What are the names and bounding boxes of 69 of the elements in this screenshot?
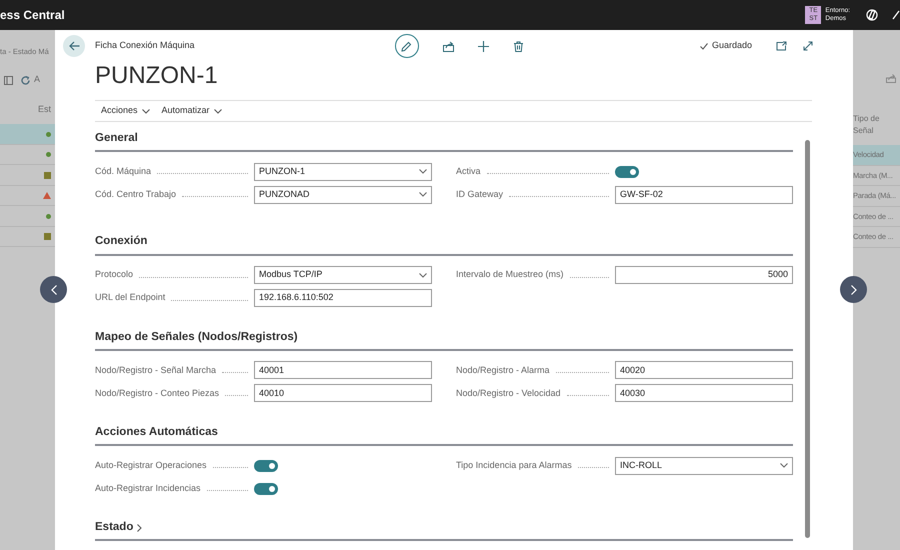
field-label: URL del Endpoint bbox=[95, 291, 166, 304]
action-menu-button[interactable]: Acciones bbox=[95, 104, 156, 118]
field-label: Nodo/Registro - Señal Marcha bbox=[95, 364, 216, 377]
dropdown-field[interactable]: INC-ROLL bbox=[615, 456, 793, 474]
chevron-down-icon bbox=[419, 272, 427, 278]
chevron-right-icon bbox=[137, 524, 142, 532]
field-label: Protocolo bbox=[95, 268, 134, 282]
column-header: Est bbox=[38, 102, 51, 116]
toolbar-text: A bbox=[34, 73, 40, 86]
expand-icon bbox=[803, 41, 813, 52]
chevron-down-icon bbox=[419, 169, 427, 174]
save-status: Guardado bbox=[712, 39, 752, 52]
pencil-icon bbox=[401, 40, 412, 52]
chevron-down-icon bbox=[780, 463, 788, 468]
field-label: Cód. Máquina bbox=[95, 165, 152, 178]
input-field[interactable]: 40030 bbox=[615, 384, 793, 402]
section-header[interactable]: Mapeo de Señales (Nodos/Registros) bbox=[95, 328, 793, 351]
dropdown-field[interactable]: PUNZON-1 bbox=[254, 162, 432, 181]
section-header[interactable]: Conexión bbox=[95, 233, 793, 256]
section-header[interactable]: Estado bbox=[95, 519, 793, 542]
field-label: Nodo/Registro - Alarma bbox=[456, 364, 550, 377]
open-in-new-window-button[interactable] bbox=[776, 41, 787, 52]
dropdown-field[interactable]: Modbus TCP/IP bbox=[254, 266, 432, 284]
toggle-switch[interactable] bbox=[254, 482, 278, 494]
section-header[interactable]: General bbox=[95, 130, 793, 152]
chevron-right-icon bbox=[850, 284, 856, 294]
expand-button[interactable] bbox=[803, 41, 813, 52]
toggle-switch[interactable] bbox=[615, 166, 639, 178]
checkmark-icon bbox=[700, 42, 708, 50]
dropdown-field[interactable]: PUNZONAD bbox=[254, 186, 432, 204]
input-field[interactable]: 40020 bbox=[615, 361, 793, 380]
section-header[interactable]: Acciones Automáticas bbox=[95, 424, 793, 446]
layout-icon bbox=[4, 76, 13, 84]
refresh-icon bbox=[21, 76, 30, 84]
plus-icon bbox=[478, 40, 489, 52]
field-label: ID Gateway bbox=[456, 188, 504, 201]
toggle-switch[interactable] bbox=[254, 460, 278, 472]
field-label: Nodo/Registro - Conteo Piezas bbox=[95, 386, 220, 400]
chevron-left-icon bbox=[50, 284, 56, 294]
trash-icon bbox=[512, 40, 524, 52]
delete-button[interactable] bbox=[512, 40, 524, 52]
input-field[interactable]: 40010 bbox=[254, 384, 432, 402]
chevron-down-icon bbox=[214, 108, 222, 114]
chevron-down-icon bbox=[142, 108, 150, 114]
page-caption: Ficha Conexión Máquina bbox=[95, 39, 195, 52]
field-label: Tipo Incidencia para Alarmas bbox=[456, 458, 572, 472]
column-header: Tipo de Señal bbox=[853, 113, 880, 137]
share-button[interactable] bbox=[442, 40, 454, 52]
action-menu-button[interactable]: Automatizar bbox=[156, 104, 228, 118]
app-title: ess Central bbox=[0, 7, 65, 24]
input-field[interactable]: 192.168.6.110:502 bbox=[254, 289, 432, 307]
popout-icon bbox=[776, 41, 787, 52]
input-field[interactable]: 5000 bbox=[615, 266, 793, 284]
new-button[interactable] bbox=[478, 40, 489, 52]
back-arrow-icon bbox=[68, 41, 80, 52]
chevron-down-icon bbox=[419, 192, 427, 198]
edit-button[interactable] bbox=[394, 34, 419, 58]
input-field[interactable]: GW-SF-02 bbox=[615, 186, 793, 204]
field-label: Auto-Registrar Incidencias bbox=[95, 482, 201, 495]
field-label: Auto-Registrar Operaciones bbox=[95, 458, 207, 472]
share-icon bbox=[442, 40, 454, 52]
share-icon bbox=[886, 74, 896, 83]
field-label: Intervalo de Muestreo (ms) bbox=[456, 268, 564, 282]
input-field[interactable]: 40001 bbox=[254, 361, 432, 380]
record-title: PUNZON-1 bbox=[95, 64, 219, 88]
field-label: Nodo/Registro - Velocidad bbox=[456, 386, 561, 400]
field-label: Activa bbox=[456, 165, 481, 178]
back-button[interactable] bbox=[63, 35, 85, 58]
field-label: Cód. Centro Trabajo bbox=[95, 188, 176, 201]
